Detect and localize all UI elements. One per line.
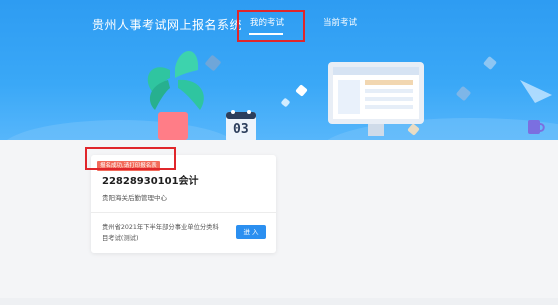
exam-name: 贵州省2021年下半年部分事业单位分类科目考试(测试) <box>102 224 219 242</box>
highlight-outline-nav <box>237 10 305 42</box>
card-divider <box>91 212 276 213</box>
enter-button[interactable]: 进 入 <box>236 225 266 239</box>
calendar-number: 03 <box>233 122 249 137</box>
cloud-shape <box>6 120 234 140</box>
highlight-outline-badge <box>85 147 176 170</box>
paper-plane-icon <box>520 80 552 103</box>
exam-organization: 贵阳海关后勤管理中心 <box>102 194 167 202</box>
page-bottom-strip <box>0 298 558 305</box>
exam-code: 22828930101会计 <box>102 176 199 187</box>
